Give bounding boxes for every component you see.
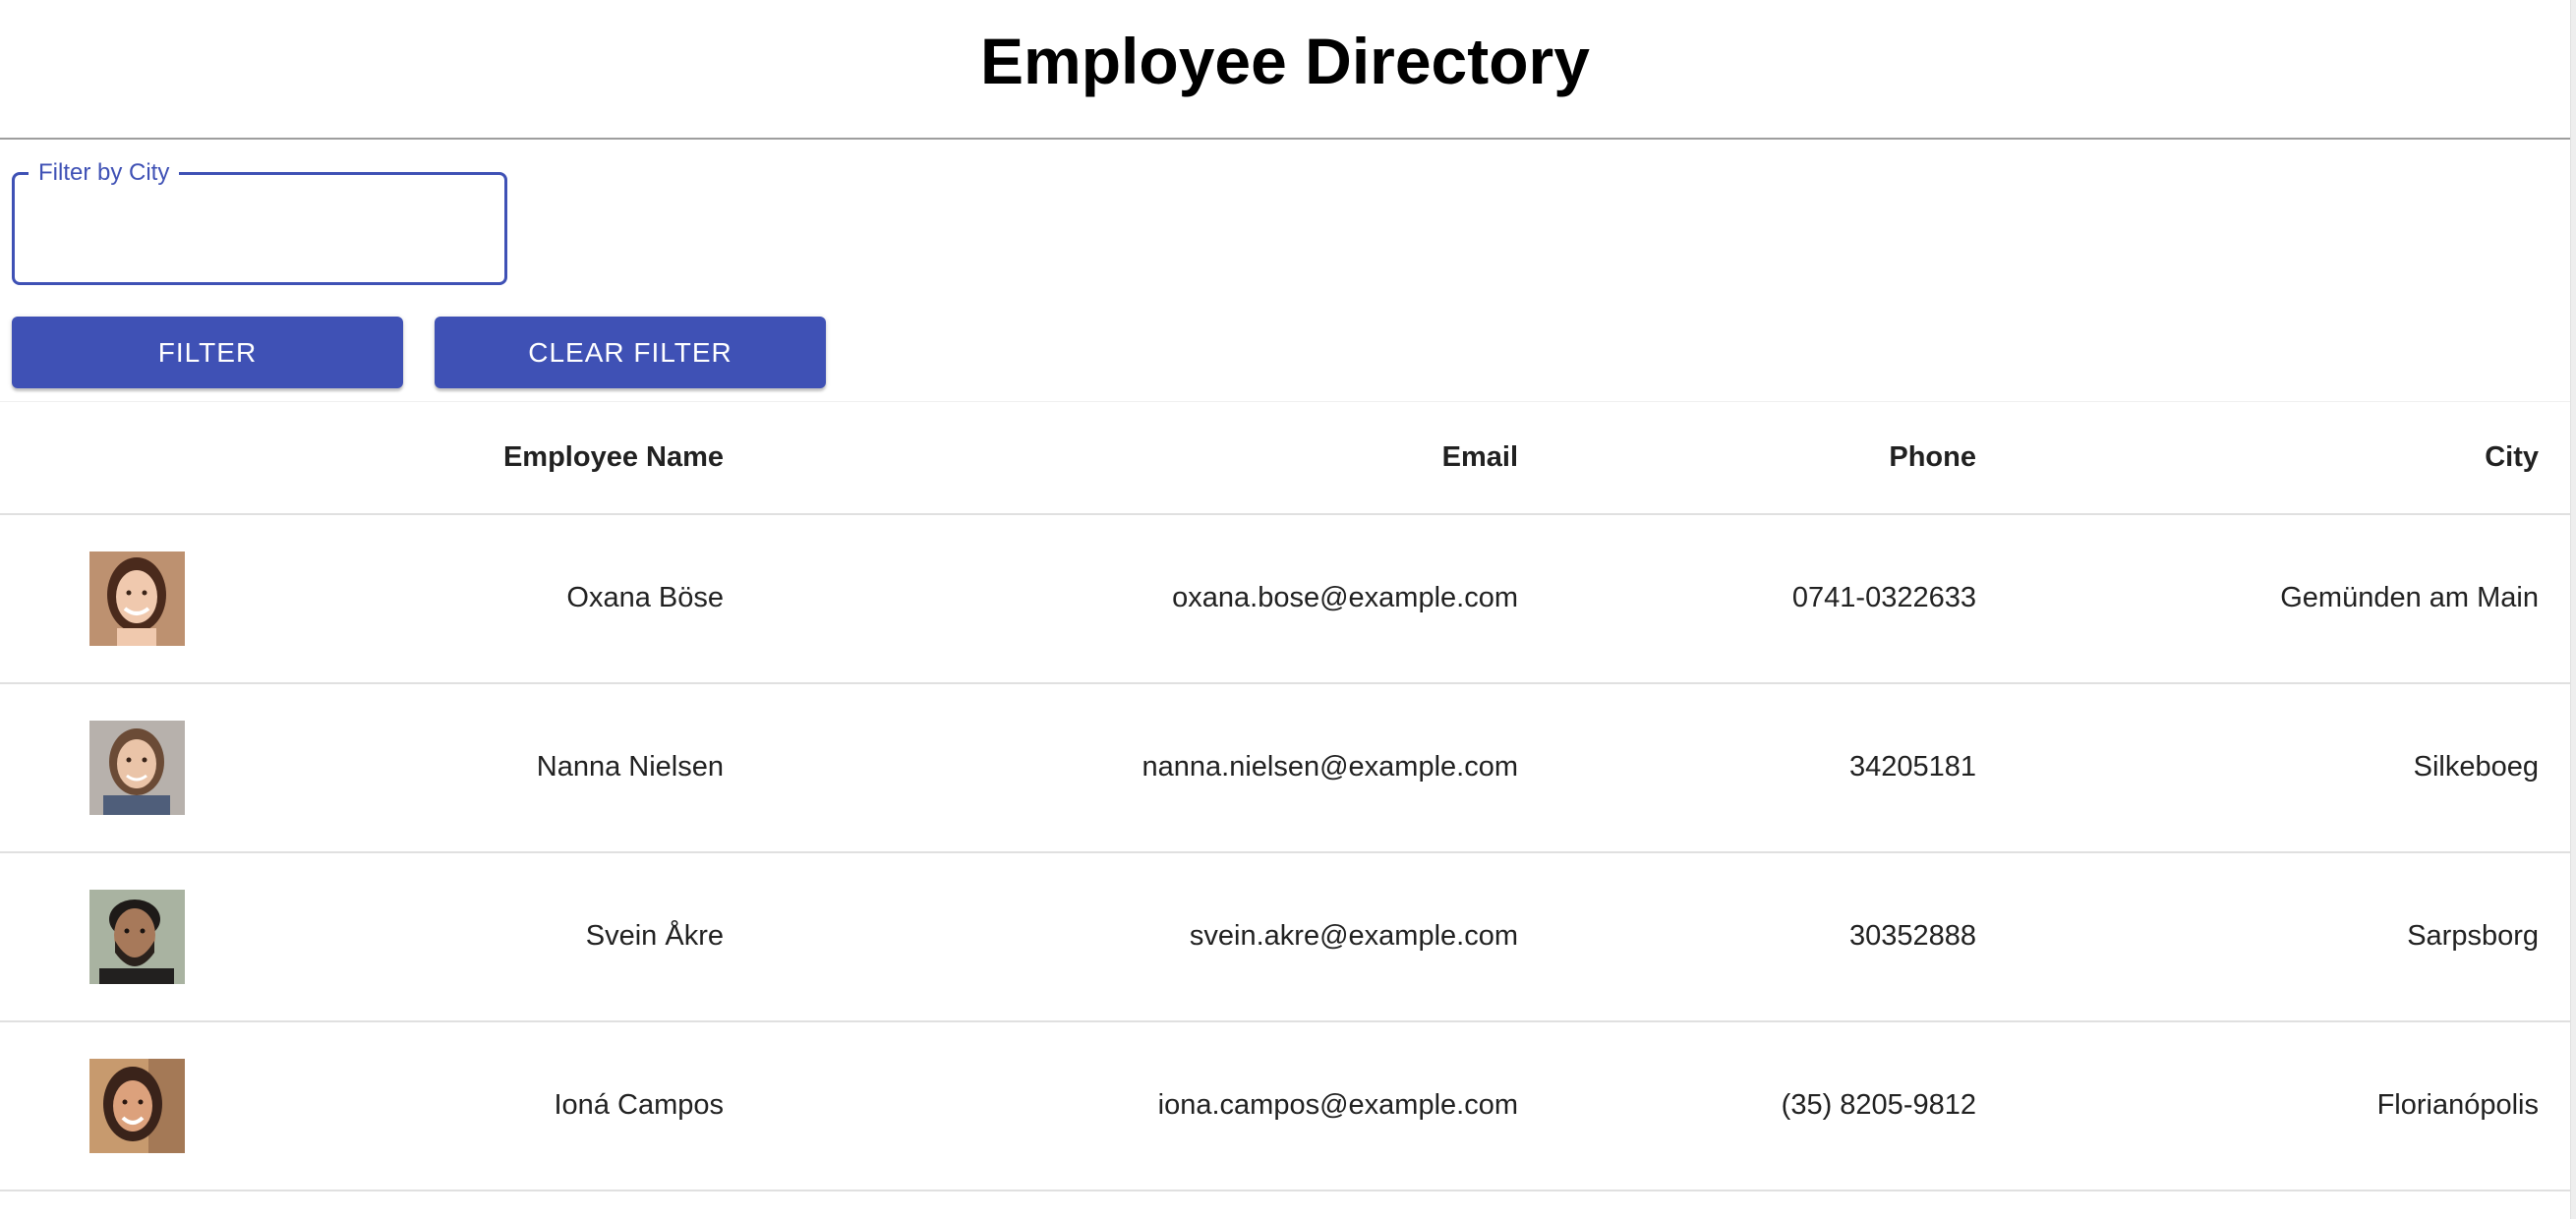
phone-column-header[interactable]: Phone <box>1550 401 2008 515</box>
table-row: Oxana Böse oxana.bose@example.com 0741-0… <box>0 513 2570 684</box>
employee-phone: (35) 8205-9812 <box>1550 1020 2008 1191</box>
vertical-scrollbar[interactable] <box>2570 0 2576 1219</box>
filter-button[interactable]: FILTER <box>12 317 403 388</box>
table-row: Svein Åkre svein.akre@example.com 303528… <box>0 851 2570 1022</box>
employee-name: Svein Åkre <box>177 851 755 1022</box>
employee-phone: 0741-0322633 <box>1550 513 2008 684</box>
table-row: Nanna Nielsen nanna.nielsen@example.com … <box>0 682 2570 853</box>
employee-city: Gemünden am Main <box>2008 513 2570 684</box>
app-content: Employee Directory Filter by City FILTER… <box>0 0 2570 1219</box>
photo-cell <box>0 1020 185 1191</box>
avatar-photo-icon <box>89 889 185 984</box>
photo-cell <box>0 682 185 853</box>
city-filter-label: Filter by City <box>29 158 180 188</box>
name-column-header[interactable]: Employee Name <box>177 401 755 515</box>
employee-city: Florianópolis <box>2008 1020 2570 1191</box>
avatar-photo-icon <box>89 1058 185 1153</box>
avatar <box>89 720 185 815</box>
page-header: Employee Directory <box>0 0 2570 140</box>
photo-cell <box>0 513 185 684</box>
avatar <box>89 551 185 646</box>
photo-cell <box>0 851 185 1022</box>
employee-email: oxana.bose@example.com <box>755 513 1550 684</box>
email-column-header[interactable]: Email <box>755 401 1550 515</box>
table-row: Ioná Campos iona.campos@example.com (35)… <box>0 1020 2570 1191</box>
employee-name: Oxana Böse <box>177 513 755 684</box>
city-filter-field[interactable]: Filter by City <box>12 158 507 285</box>
city-column-header[interactable]: City <box>2008 401 2570 515</box>
photo-column-header <box>0 401 177 515</box>
employee-email: nanna.nielsen@example.com <box>755 682 1550 853</box>
employee-name: Ioná Campos <box>177 1020 755 1191</box>
employee-city: Sarpsborg <box>2008 851 2570 1022</box>
employee-email: svein.akre@example.com <box>755 851 1550 1022</box>
avatar <box>89 889 185 984</box>
avatar <box>89 1058 185 1153</box>
avatar-photo-icon <box>89 720 185 815</box>
page: Employee Directory Filter by City FILTER… <box>0 0 2576 1219</box>
employee-city: Silkeboeg <box>2008 682 2570 853</box>
table-header-row: Employee Name Email Phone City <box>0 401 2570 515</box>
employee-email: iona.campos@example.com <box>755 1020 1550 1191</box>
employee-phone: 34205181 <box>1550 682 2008 853</box>
employee-name: Nanna Nielsen <box>177 682 755 853</box>
employee-table: Employee Name Email Phone City Oxana Bös… <box>0 401 2570 1191</box>
city-filter-input[interactable] <box>38 206 481 250</box>
page-title: Employee Directory <box>980 25 1590 97</box>
employee-phone: 30352888 <box>1550 851 2008 1022</box>
avatar-photo-icon <box>89 551 185 646</box>
clear-filter-button[interactable]: CLEAR FILTER <box>435 317 826 388</box>
